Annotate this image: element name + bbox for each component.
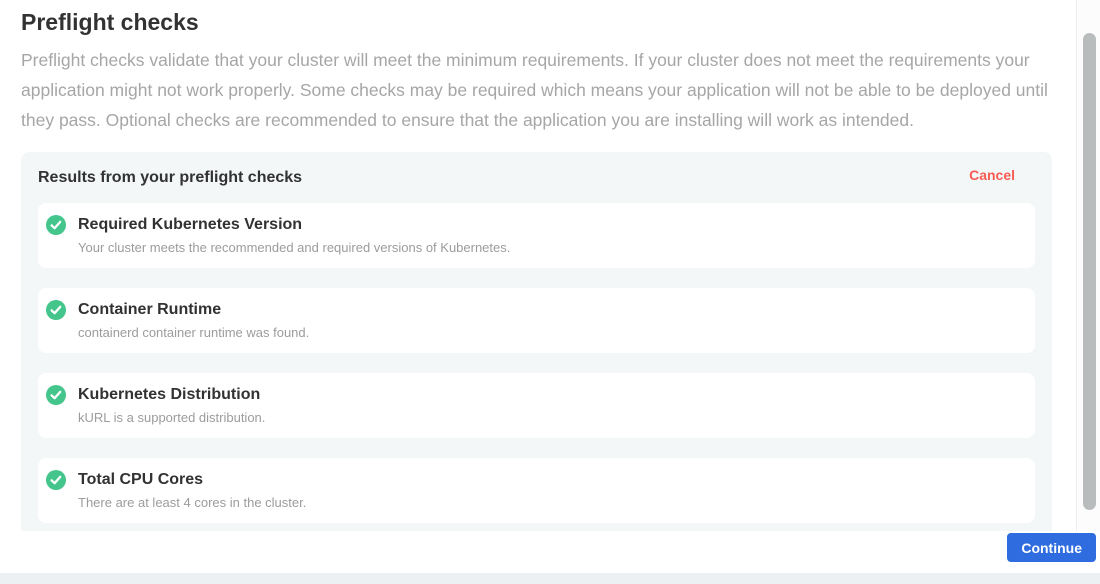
check-message: kURL is a supported distribution. [78, 410, 1020, 426]
check-title: Total CPU Cores [78, 470, 1020, 490]
check-circle-icon [46, 470, 66, 490]
check-title: Kubernetes Distribution [78, 385, 1020, 405]
check-body: Total CPU Cores There are at least 4 cor… [78, 469, 1020, 511]
page-title: Preflight checks [21, 8, 1052, 36]
check-result-card: Total CPU Cores There are at least 4 cor… [38, 458, 1035, 523]
check-circle-icon [46, 300, 66, 320]
footer-bar: Continue [0, 531, 1100, 573]
check-result-card: Kubernetes Distribution kURL is a suppor… [38, 373, 1035, 438]
scrollbar-thumb[interactable] [1083, 33, 1096, 510]
check-circle-icon [46, 215, 66, 235]
panel-header: Results from your preflight checks Cance… [38, 167, 1035, 187]
page-description: Preflight checks validate that your clus… [21, 45, 1052, 135]
scroll-area: Preflight checks Preflight checks valida… [0, 0, 1077, 531]
check-title: Container Runtime [78, 300, 1020, 320]
cancel-link[interactable]: Cancel [969, 167, 1015, 183]
check-list: Required Kubernetes Version Your cluster… [38, 203, 1035, 531]
continue-button[interactable]: Continue [1007, 533, 1096, 562]
scrollbar-track[interactable] [1078, 0, 1100, 531]
check-result-card: Required Kubernetes Version Your cluster… [38, 203, 1035, 268]
preflight-results-panel: Results from your preflight checks Cance… [21, 152, 1052, 531]
page-background-strip [0, 573, 1100, 584]
preflight-content: Preflight checks Preflight checks valida… [0, 0, 1076, 531]
check-body: Container Runtime containerd container r… [78, 299, 1020, 341]
check-body: Kubernetes Distribution kURL is a suppor… [78, 384, 1020, 426]
check-circle-icon [46, 385, 66, 405]
check-result-card: Container Runtime containerd container r… [38, 288, 1035, 353]
panel-title: Results from your preflight checks [38, 167, 302, 187]
check-title: Required Kubernetes Version [78, 215, 1020, 235]
check-message: Your cluster meets the recommended and r… [78, 240, 1020, 256]
check-message: There are at least 4 cores in the cluste… [78, 495, 1020, 511]
check-message: containerd container runtime was found. [78, 325, 1020, 341]
check-body: Required Kubernetes Version Your cluster… [78, 214, 1020, 256]
